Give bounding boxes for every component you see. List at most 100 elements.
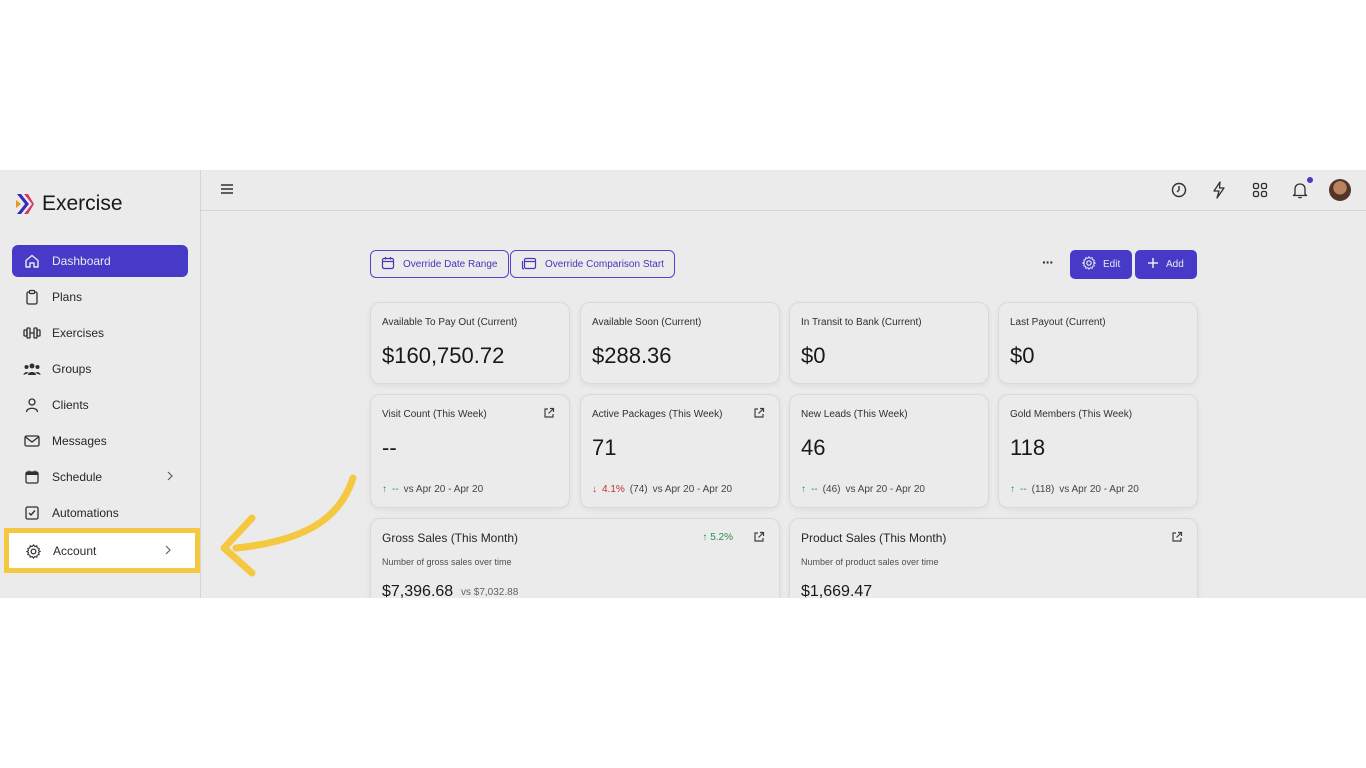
sidebar-item-account[interactable]: Account <box>12 537 188 565</box>
trend-row: ↑ -- (118) vs Apr 20 - Apr 20 <box>1010 484 1139 495</box>
card-subtitle: Number of product sales over time <box>801 557 939 567</box>
calendar-icon <box>23 468 41 486</box>
trend-range: vs Apr 20 - Apr 20 <box>845 484 925 495</box>
stat-card-in-transit[interactable]: In Transit to Bank (Current) $0 <box>789 302 989 384</box>
stat-card-gold-members[interactable]: Gold Members (This Week) 118 ↑ -- (118) … <box>998 394 1198 508</box>
external-link-icon[interactable] <box>753 530 765 548</box>
hamburger-menu-icon[interactable] <box>220 182 234 201</box>
trend-percent: -- <box>1020 484 1027 495</box>
sidebar-item-label: Automations <box>52 506 119 520</box>
sidebar-item-schedule[interactable]: Schedule <box>12 461 188 493</box>
users-icon <box>23 360 41 378</box>
card-value: $0 <box>801 343 826 368</box>
more-options-button[interactable]: ··· <box>1042 254 1054 270</box>
card-title: Last Payout (Current) <box>1010 317 1106 328</box>
sidebar-item-label: Dashboard <box>52 254 111 268</box>
sidebar-item-label: Schedule <box>52 470 103 484</box>
card-title: New Leads (This Week) <box>801 409 908 420</box>
notification-bell-icon[interactable] <box>1292 181 1308 204</box>
override-date-range-button[interactable]: Override Date Range <box>370 250 509 278</box>
gear-icon <box>1081 255 1097 273</box>
stat-card-new-leads[interactable]: New Leads (This Week) 46 ↑ -- (46) vs Ap… <box>789 394 989 508</box>
stat-card-last-payout[interactable]: Last Payout (Current) $0 <box>998 302 1198 384</box>
card-title: Visit Count (This Week) <box>382 409 487 420</box>
override-comparison-start-button[interactable]: Override Comparison Start <box>510 250 675 278</box>
card-title: Available Soon (Current) <box>592 317 702 328</box>
card-value: 46 <box>801 435 826 460</box>
mail-icon <box>23 432 41 450</box>
clock-icon[interactable] <box>1171 182 1187 203</box>
chevron-right-icon <box>164 544 172 559</box>
sales-card-product-sales[interactable]: Product Sales (This Month) Number of pro… <box>789 518 1198 598</box>
card-title: Gross Sales (This Month) <box>382 531 519 545</box>
trend-percent: -- <box>392 484 399 495</box>
checkbox-icon <box>23 504 41 522</box>
external-link-icon[interactable] <box>753 406 765 424</box>
card-value: $1,669.47 <box>801 583 873 598</box>
app-logo[interactable]: Exercise <box>14 192 123 216</box>
card-title: Product Sales (This Month) <box>801 531 947 545</box>
edit-button[interactable]: Edit <box>1070 250 1133 279</box>
sidebar-item-messages[interactable]: Messages <box>12 425 188 457</box>
trend-row: ↑ -- vs Apr 20 - Apr 20 <box>382 484 483 495</box>
external-link-icon[interactable] <box>543 406 555 424</box>
trend-percent: 4.1% <box>602 484 625 495</box>
card-value: 118 <box>1010 435 1046 460</box>
stat-card-visit-count[interactable]: Visit Count (This Week) -- ↑ -- vs Apr 2… <box>370 394 570 508</box>
card-value: $288.36 <box>592 343 672 368</box>
card-title: Gold Members (This Week) <box>1010 409 1133 420</box>
button-label: Add <box>1166 259 1184 270</box>
stat-card-available-to-pay-out[interactable]: Available To Pay Out (Current) $160,750.… <box>370 302 570 384</box>
sidebar-item-label: Messages <box>52 434 107 448</box>
trend-previous: (118) <box>1031 484 1055 495</box>
button-label: Override Comparison Start <box>545 258 664 270</box>
account-highlight-frame: Account <box>4 528 200 573</box>
trend-range: vs Apr 20 - Apr 20 <box>652 484 733 495</box>
sidebar-item-automations[interactable]: Automations <box>12 497 188 529</box>
sidebar-item-label: Groups <box>52 362 92 376</box>
button-label: Edit <box>1103 259 1121 270</box>
sidebar-item-label: Exercises <box>52 326 105 340</box>
tutorial-arrow-icon <box>220 474 357 577</box>
trend-row: ↑ -- (46) vs Apr 20 - Apr 20 <box>801 484 925 495</box>
clipboard-icon <box>23 288 41 306</box>
sidebar-item-groups[interactable]: Groups <box>12 353 188 385</box>
arrow-up-icon: ↑ <box>702 532 708 543</box>
trend-percent: -- <box>811 484 818 495</box>
card-value: $0 <box>1010 343 1035 368</box>
trend-range: vs Apr 20 - Apr 20 <box>403 484 484 495</box>
calendar-stack-icon <box>521 256 537 273</box>
sidebar-item-clients[interactable]: Clients <box>12 389 188 421</box>
sidebar-item-exercises[interactable]: Exercises <box>12 317 188 349</box>
card-subtitle: Number of gross sales over time <box>382 557 512 567</box>
external-link-icon[interactable] <box>1171 530 1183 548</box>
card-value: $7,396.68 <box>382 583 454 598</box>
sidebar-item-plans[interactable]: Plans <box>12 281 188 313</box>
apps-grid-icon[interactable] <box>1252 182 1268 203</box>
card-value: -- <box>382 435 397 460</box>
top-bar <box>201 170 1366 211</box>
trend-previous: (46) <box>822 484 841 495</box>
sidebar-item-label: Account <box>53 544 97 558</box>
user-icon <box>23 396 41 414</box>
logo-icon <box>16 194 34 214</box>
trend-percent: 5.2% <box>710 532 733 543</box>
trend-row: ↑ 5.2% <box>702 532 733 543</box>
stat-card-active-packages[interactable]: Active Packages (This Week) 71 ↓ 4.1% (7… <box>580 394 780 508</box>
add-button[interactable]: Add <box>1135 250 1197 279</box>
sidebar-item-dashboard[interactable]: Dashboard <box>12 245 188 277</box>
button-label: Override Date Range <box>403 258 498 270</box>
card-title: Active Packages (This Week) <box>592 409 723 420</box>
card-value: 71 <box>592 435 617 460</box>
avatar[interactable] <box>1329 179 1351 201</box>
sales-card-gross-sales[interactable]: Gross Sales (This Month) ↑ 5.2% Number o… <box>370 518 780 598</box>
app-name: Exercise <box>42 192 123 215</box>
home-icon <box>23 252 41 270</box>
chevron-right-icon <box>166 470 174 485</box>
lightning-icon[interactable] <box>1212 181 1226 204</box>
stat-card-available-soon[interactable]: Available Soon (Current) $288.36 <box>580 302 780 384</box>
app-frame: Exercise Dashboard Plans Exercises Group <box>0 170 1366 598</box>
trend-range: vs Apr 20 - Apr 20 <box>1059 484 1139 495</box>
gear-icon <box>24 542 42 560</box>
arrow-down-icon: ↓ <box>592 484 597 495</box>
